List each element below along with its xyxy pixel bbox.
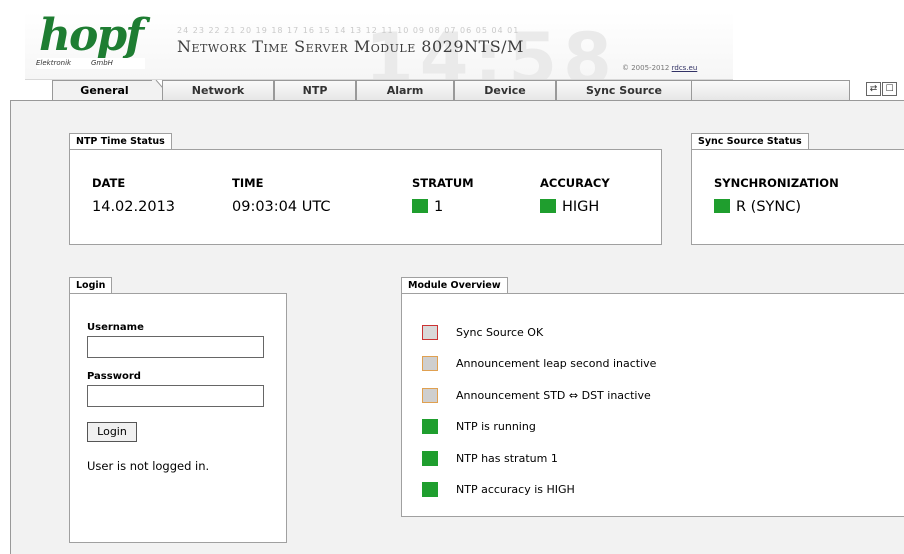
tab-device[interactable]: Device [454,80,556,101]
tab-ntp[interactable]: NTP [274,80,356,101]
synchronization-label: SYNCHRONIZATION [714,176,839,190]
list-item: Announcement STD ⇔ DST inactive [422,387,651,403]
tab-network[interactable]: Network [162,80,274,101]
dst-status-icon [422,387,438,403]
list-item: NTP has stratum 1 [422,450,558,466]
tab-bar: General Network NTP Alarm Device Sync So… [10,80,904,101]
sync-source-status-icon [422,324,438,340]
hopf-logo: hopf Elektronik GmbH [33,12,153,72]
password-input[interactable] [87,385,264,407]
list-item: Sync Source OK [422,324,543,340]
time-value: 09:03:04 UTC [232,199,331,215]
popout-icon[interactable]: ☐ [882,82,897,96]
login-button[interactable]: Login [87,422,137,442]
list-item: Announcement leap second inactive [422,355,656,371]
list-item: NTP is running [422,418,536,434]
main-content: NTP Time Status DATE 14.02.2013 TIME 09:… [10,101,904,554]
username-label: Username [87,322,144,333]
date-value: 14.02.2013 [92,199,176,215]
login-status-text: User is not logged in. [87,459,210,473]
list-item: NTP accuracy is HIGH [422,481,575,497]
synchronization-value: R (SYNC) [714,199,801,215]
login-title: Login [69,277,113,293]
time-label: TIME [232,176,264,190]
tab-general[interactable]: General [52,80,156,101]
stratum-status-indicator [412,199,428,213]
refresh-icon[interactable]: ⇄ [866,82,881,96]
module-overview-panel: Sync Source OK Announcement leap second … [401,293,904,517]
username-input[interactable] [87,336,264,358]
page-title: Network Time Server Module 8029NTS/M [177,37,524,56]
sync-source-status-panel: SYNCHRONIZATION R (SYNC) [691,149,904,245]
page-header: 14:58 hopf Elektronik GmbH 24 23 22 21 2… [25,12,733,80]
sync-status-title: Sync Source Status [691,133,809,149]
tab-bar-filler [692,80,850,100]
accuracy-label: ACCURACY [540,176,610,190]
ntp-accuracy-status-icon [422,481,438,497]
tab-sync-source[interactable]: Sync Source [556,80,692,101]
window-controls: ⇄ ☐ [866,82,897,96]
ntp-running-status-icon [422,418,438,434]
module-overview-title: Module Overview [401,277,508,293]
logo-subtitle-left: Elektronik [36,59,72,67]
logo-subtitle-right: GmbH [91,59,113,67]
ntp-status-title: NTP Time Status [69,133,172,149]
stratum-label: STRATUM [412,176,474,190]
date-label: DATE [92,176,126,190]
copyright-link[interactable]: rdcs.eu [672,64,698,72]
header-digit-strip: 24 23 22 21 20 19 18 17 16 15 14 13 12 1… [177,26,520,35]
accuracy-status-indicator [540,199,556,213]
sync-status-indicator [714,199,730,213]
ntp-stratum-status-icon [422,450,438,466]
logo-wordmark: hopf [39,12,144,61]
leap-second-status-icon [422,355,438,371]
accuracy-value: HIGH [540,199,599,215]
ntp-time-status-panel: DATE 14.02.2013 TIME 09:03:04 UTC STRATU… [69,149,662,245]
login-panel: Username Password Login User is not logg… [69,293,287,543]
tab-alarm[interactable]: Alarm [356,80,454,101]
password-label: Password [87,371,141,382]
stratum-value: 1 [412,199,443,215]
copyright-notice: © 2005-2012 rdcs.eu [622,64,698,72]
